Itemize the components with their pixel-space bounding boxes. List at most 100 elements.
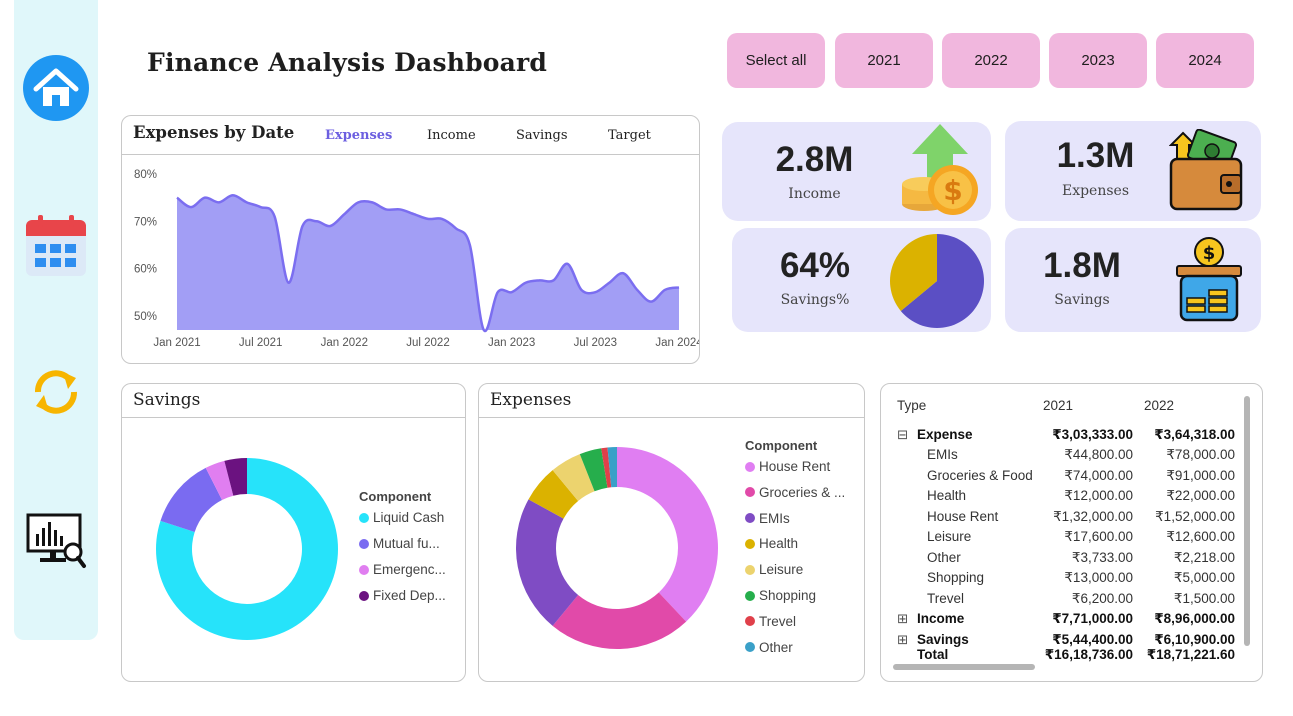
table-row: Health ₹12,000.00 ₹22,000.00: [881, 488, 1241, 508]
table-row: EMIs ₹44,800.00 ₹78,000.00: [881, 447, 1241, 467]
cell-2021: ₹3,03,333.00: [1052, 427, 1133, 442]
legend-item[interactable]: Fixed Dep...: [359, 588, 446, 603]
legend-item[interactable]: Health: [745, 536, 798, 551]
income-kpi-card: 2.8M Income $: [722, 122, 991, 221]
vertical-scrollbar[interactable]: [1244, 396, 1250, 646]
calendar-icon[interactable]: [14, 214, 98, 278]
year-2024-button[interactable]: 2024: [1156, 33, 1254, 88]
savings-pct-pie: [890, 234, 984, 328]
legend-dot-icon: [359, 564, 369, 575]
y-tick-label: 50%: [134, 311, 157, 323]
header-type[interactable]: Type: [897, 398, 926, 413]
row-label: Health: [927, 488, 967, 503]
legend-label: Liquid Cash: [373, 510, 445, 525]
y-tick-label: 60%: [134, 264, 157, 276]
legend-item[interactable]: House Rent: [745, 459, 830, 474]
legend-label: Health: [759, 536, 799, 552]
legend-item[interactable]: Mutual fu...: [359, 536, 440, 551]
income-label: Income: [788, 186, 841, 202]
year-2022-button[interactable]: 2022: [942, 33, 1040, 88]
cell-2022: ₹3,64,318.00: [1154, 427, 1235, 442]
select-all-button[interactable]: Select all: [727, 33, 825, 88]
savings-label: Savings: [1054, 292, 1110, 308]
area-fill: [177, 195, 679, 332]
cell-2022: ₹8,96,000.00: [1154, 611, 1235, 626]
x-tick-label: Jan 2021: [153, 337, 200, 349]
legend-dot-icon: [745, 642, 755, 653]
cell-2022: ₹1,500.00: [1173, 591, 1235, 606]
matrix-table-card: Type 2021 2022 ⊟ Expense ₹3,03,333.00 ₹3,64…: [880, 383, 1263, 682]
expenses-label: Expenses: [1061, 183, 1130, 199]
table-row: Trevel ₹6,200.00 ₹1,500.00: [881, 591, 1241, 611]
cell-2021: ₹6,200.00: [1071, 591, 1133, 606]
header-2022[interactable]: 2022: [1144, 398, 1174, 413]
table-row: Leisure ₹17,600.00 ₹12,600.00: [881, 529, 1241, 549]
legend-item[interactable]: Liquid Cash: [359, 510, 444, 525]
legend-label: Other: [759, 639, 793, 655]
analytics-monitor-icon[interactable]: [14, 512, 98, 570]
table-row: Other ₹3,733.00 ₹2,218.00: [881, 550, 1241, 570]
row-label: EMIs: [927, 447, 958, 462]
cell-2021: ₹1,32,000.00: [1053, 509, 1133, 524]
row-label: Total: [917, 647, 949, 662]
x-tick-label: Jan 2024: [655, 337, 699, 349]
savings-jar-icon: $: [1176, 237, 1242, 322]
year-2021-button[interactable]: 2021: [835, 33, 933, 88]
savings-donut-card: Savings Component Liquid Cash Mutual fu..…: [121, 383, 466, 682]
legend-label: Shopping: [759, 588, 817, 603]
legend-dot-icon: [745, 616, 755, 627]
legend-item[interactable]: Emergenc...: [359, 562, 446, 577]
legend-dot-icon: [359, 538, 369, 549]
row-expander-icon[interactable]: ⊞: [897, 611, 908, 627]
legend-item[interactable]: Leisure: [745, 562, 803, 577]
income-value: 2.8M: [775, 140, 854, 179]
cell-2022: ₹78,000.00: [1166, 447, 1235, 462]
income-growth-icon: $: [902, 124, 978, 215]
legend-dot-icon: [745, 461, 755, 472]
cell-2021: ₹12,000.00: [1064, 488, 1133, 503]
cell-2021: ₹16,18,736.00: [1044, 647, 1133, 662]
legend-label: House Rent: [759, 459, 831, 474]
cell-2022: ₹6,10,900.00: [1154, 632, 1235, 647]
savings-pct-label: Savings%: [780, 292, 850, 308]
cell-2022: ₹1,52,000.00: [1155, 509, 1235, 524]
x-tick-label: Jul 2023: [574, 337, 617, 349]
legend-dot-icon: [745, 590, 755, 601]
row-label: Shopping: [927, 570, 985, 585]
legend-label: Fixed Dep...: [373, 588, 446, 603]
sidebar: [14, 0, 98, 640]
svg-text:$: $: [1203, 243, 1216, 264]
legend-label: Groceries & ...: [759, 484, 846, 500]
home-icon[interactable]: [14, 54, 98, 122]
legend-item[interactable]: EMIs: [745, 511, 790, 526]
horizontal-scrollbar[interactable]: [893, 664, 1035, 670]
table-row: House Rent ₹1,32,000.00 ₹1,52,000.00: [881, 509, 1241, 529]
cell-2022: ₹2,218.00: [1173, 550, 1235, 565]
legend-item[interactable]: Groceries & ...: [745, 485, 845, 500]
year-2023-button[interactable]: 2023: [1049, 33, 1147, 88]
legend-item[interactable]: Shopping: [745, 588, 816, 603]
svg-text:$: $: [943, 174, 962, 207]
donut-slice[interactable]: [617, 447, 718, 622]
wallet-icon: [1169, 129, 1243, 211]
row-expander-icon[interactable]: ⊟: [897, 427, 908, 443]
savings-pct-value: 64%: [779, 246, 851, 285]
page-title: Finance Analysis Dashboard: [147, 48, 548, 77]
refresh-icon[interactable]: [14, 366, 98, 418]
header-2021[interactable]: 2021: [1043, 398, 1073, 413]
legend-item[interactable]: Trevel: [745, 614, 796, 629]
legend-label: Emergenc...: [373, 562, 446, 577]
cell-2021: ₹44,800.00: [1064, 447, 1133, 462]
savings-card-title: Savings: [133, 390, 201, 410]
savings-kpi-card: 1.8M Savings $: [1005, 228, 1261, 332]
expenses-donut-chart: [516, 447, 718, 649]
cell-2021: ₹7,71,000.00: [1052, 611, 1133, 626]
legend-item[interactable]: Other: [745, 640, 793, 655]
table-header-row: Type 2021 2022: [881, 398, 1241, 418]
legend-label: Trevel: [759, 613, 797, 629]
row-expander-icon[interactable]: ⊞: [897, 632, 908, 648]
row-label: Trevel: [927, 591, 965, 606]
row-label: Other: [927, 550, 961, 565]
card-divider: [479, 417, 864, 418]
x-tick-label: Jan 2023: [488, 337, 535, 349]
